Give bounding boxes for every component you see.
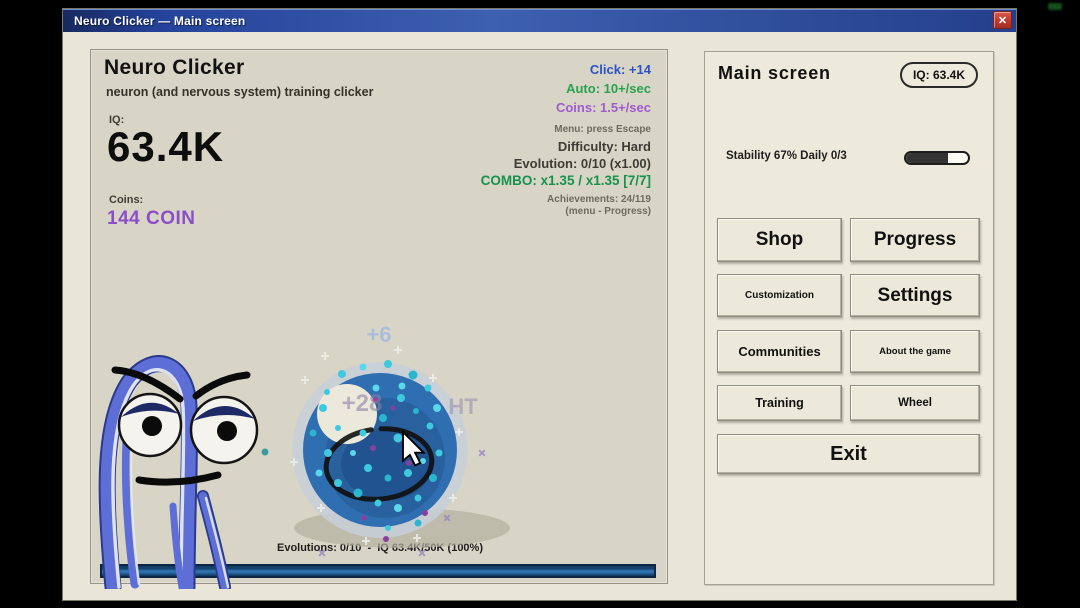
- stat-click-power: Click: +14: [590, 62, 651, 77]
- floating-particle: [262, 449, 269, 456]
- menu-panel: Main screen IQ: 63.4K Stability 67% Dail…: [704, 51, 994, 585]
- stat-difficulty: Difficulty: Hard: [558, 139, 651, 154]
- screen-background: Neuro Clicker — Main screen ✕ Neuro Clic…: [0, 0, 1080, 608]
- left-pupil: [142, 416, 162, 436]
- fading-text: HT: [448, 394, 478, 419]
- coins-label: Coins:: [109, 194, 143, 206]
- game-title: Neuro Clicker: [104, 56, 244, 80]
- stat-coins-rate: Coins: 1.5+/sec: [556, 100, 651, 115]
- stability-progress-fill: [906, 153, 948, 163]
- stat-achievements-hint: (menu - Progress): [565, 206, 651, 217]
- stat-menu-hint: Menu: press Escape: [554, 124, 651, 135]
- settings-button[interactable]: Settings: [850, 274, 980, 317]
- close-button[interactable]: ✕: [993, 11, 1012, 29]
- stability-label: Stability 67% Daily 0/3: [726, 150, 847, 162]
- right-pupil: [217, 421, 237, 441]
- progress-button[interactable]: Progress: [850, 218, 980, 262]
- menu-title: Main screen: [718, 63, 831, 84]
- app-window: Neuro Clicker — Main screen ✕ Neuro Clic…: [62, 8, 1017, 601]
- right-eyebrow: [196, 375, 247, 396]
- stat-evolution: Evolution: 0/10 (x1.00): [514, 156, 651, 171]
- window-titlebar[interactable]: Neuro Clicker — Main screen ✕: [63, 9, 1016, 32]
- fading-click-popup: +28: [342, 390, 383, 417]
- stat-achievements: Achievements: 24/119: [547, 194, 651, 205]
- game-panel: Neuro Clicker neuron (and nervous system…: [90, 49, 668, 584]
- training-button[interactable]: Training: [717, 385, 842, 421]
- stat-combo: COMBO: x1.35 / x1.35 [7/7]: [481, 173, 651, 188]
- stat-auto-rate: Auto: 10+/sec: [566, 81, 651, 96]
- shop-button[interactable]: Shop: [717, 218, 842, 262]
- neuron-cell-area: +28 HT +6: [267, 312, 547, 567]
- click-popup: +6: [366, 322, 391, 347]
- mouth: [139, 475, 218, 482]
- exit-button[interactable]: Exit: [717, 434, 980, 474]
- communities-button[interactable]: Communities: [717, 330, 842, 373]
- about-the-game-button[interactable]: About the game: [850, 330, 980, 373]
- stability-progress-bar: [904, 151, 970, 165]
- window-title: Neuro Clicker — Main screen: [63, 14, 245, 28]
- game-subtitle: neuron (and nervous system) training cli…: [106, 85, 373, 99]
- neuron-character: [87, 354, 277, 589]
- customization-button[interactable]: Customization: [717, 274, 842, 317]
- recording-watermark: [1048, 3, 1062, 10]
- iq-value: 63.4K: [107, 123, 224, 171]
- wheel-button[interactable]: Wheel: [850, 385, 980, 421]
- coins-value: 144 COIN: [107, 208, 195, 230]
- iq-badge: IQ: 63.4K: [900, 62, 978, 88]
